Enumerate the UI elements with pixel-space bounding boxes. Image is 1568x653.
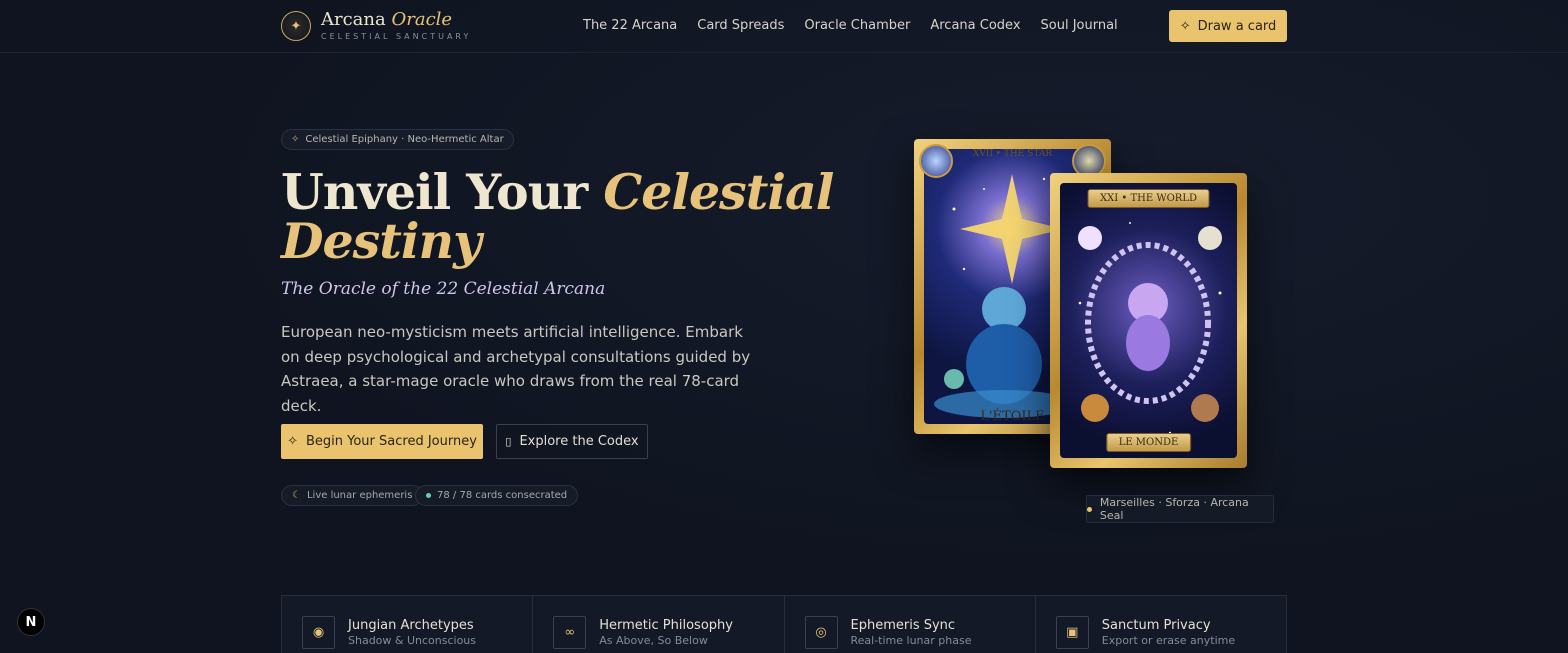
world-card-header: XXI • THE WORLD <box>1087 189 1210 208</box>
infinity-icon: ∞ <box>553 616 587 649</box>
orbit-icon: ◎ <box>804 616 838 649</box>
sun-medallion-icon <box>919 144 953 178</box>
feature-subtitle: As Above, So Below <box>599 634 708 647</box>
brain-icon: ◉ <box>302 616 335 649</box>
sparkle-icon: ✧ <box>291 134 300 145</box>
tarot-card-the-world[interactable]: XXI • THE WORLD LE MONDE <box>1050 173 1247 468</box>
draw-card-label: Draw a card <box>1197 18 1277 34</box>
begin-journey-label: Begin Your Sacred Journey <box>305 434 477 449</box>
brand-text: Arcana Oracle CELESTIAL SANCTUARY <box>321 11 471 41</box>
hero-title: Unveil Your Celestial Destiny <box>281 168 841 266</box>
cards-consecrated-text: 78 / 78 cards consecrated <box>437 490 568 501</box>
brand-title: Arcana Oracle <box>321 11 471 29</box>
lock-icon: ▣ <box>1055 616 1089 649</box>
floating-action-button[interactable]: N <box>17 608 45 636</box>
brand-name-accent: Oracle <box>391 9 453 30</box>
main-menu: The 22 Arcana Card Spreads Oracle Chambe… <box>583 18 1118 33</box>
hero-subtitle: The Oracle of the 22 Celestial Arcana <box>281 279 606 299</box>
world-card-illustration <box>1078 222 1222 435</box>
hero-badge-text: Celestial Epiphany · Neo-Hermetic Altar <box>305 134 504 145</box>
deck-seal-pill: Marseilles · Sforza · Arcana Seal <box>1086 495 1274 523</box>
nav-link-card-spreads[interactable]: Card Spreads <box>697 18 784 33</box>
sparkle-icon: ✧ <box>1179 18 1191 34</box>
explore-codex-label: Explore the Codex <box>519 434 639 449</box>
book-icon: ▯ <box>505 435 512 448</box>
feature-ephemeris-sync: ◎ Ephemeris Sync Real-time lunar phase <box>785 596 1036 653</box>
nav-link-arcana-codex[interactable]: Arcana Codex <box>930 18 1020 33</box>
nav-link-soul-journal[interactable]: Soul Journal <box>1041 18 1118 33</box>
feature-subtitle: Export or erase anytime <box>1101 634 1236 647</box>
feature-subtitle: Shadow & Unconscious <box>348 634 477 647</box>
begin-journey-button[interactable]: ✧ Begin Your Sacred Journey <box>281 424 483 459</box>
top-nav: ✦ Arcana Oracle CELESTIAL SANCTUARY The … <box>0 0 1568 53</box>
brand-tagline: CELESTIAL SANCTUARY <box>321 32 472 41</box>
feature-sanctum-privacy: ▣ Sanctum Privacy Export or erase anytim… <box>1036 596 1286 653</box>
hero-title-accent-2: Destiny <box>281 212 482 270</box>
nav-link-oracle-chamber[interactable]: Oracle Chamber <box>804 18 910 33</box>
feature-jungian-archetypes: ◉ Jungian Archetypes Shadow & Unconsciou… <box>282 596 534 653</box>
nav-link-22-arcana[interactable]: The 22 Arcana <box>583 18 677 33</box>
lunar-ephemeris-pill: ☾ Live lunar ephemeris <box>281 485 424 506</box>
hero-description: European neo-mysticism meets artificial … <box>281 323 751 415</box>
feature-title: Ephemeris Sync <box>850 618 956 633</box>
star-logo-icon: ✦ <box>281 11 311 41</box>
draw-card-button[interactable]: ✧ Draw a card <box>1169 10 1287 42</box>
status-dot <box>1087 506 1092 512</box>
lunar-ephemeris-text: Live lunar ephemeris <box>306 490 413 501</box>
hero-title-accent-1: Celestial <box>603 163 834 221</box>
deck-seal-text: Marseilles · Sforza · Arcana Seal <box>1099 496 1249 522</box>
world-card-name: LE MONDE <box>1105 433 1192 452</box>
sparkle-icon: ✧ <box>287 434 298 449</box>
brand-name: Arcana <box>321 9 386 30</box>
status-dot <box>426 493 431 498</box>
feature-subtitle: Real-time lunar phase <box>850 634 972 647</box>
moon-icon: ☾ <box>292 490 301 501</box>
brand-logo[interactable]: ✦ Arcana Oracle CELESTIAL SANCTUARY <box>281 11 471 41</box>
explore-codex-button[interactable]: ▯ Explore the Codex <box>496 424 648 459</box>
card-art <box>1060 183 1237 458</box>
feature-title: Sanctum Privacy <box>1101 618 1211 633</box>
feature-hermetic-philosophy: ∞ Hermetic Philosophy As Above, So Below <box>533 596 785 653</box>
cards-consecrated-pill: 78 / 78 cards consecrated <box>415 485 579 506</box>
hero-badge: ✧ Celestial Epiphany · Neo-Hermetic Alta… <box>281 129 514 150</box>
star-card-name: L'ÉTOILE <box>980 409 1045 424</box>
feature-title: Jungian Archetypes <box>348 618 474 633</box>
features-strip: ◉ Jungian Archetypes Shadow & Unconsciou… <box>281 595 1287 653</box>
feature-title: Hermetic Philosophy <box>599 618 733 633</box>
star-card-header: XVII • THE STAR <box>972 149 1053 159</box>
fab-label: N <box>25 614 37 630</box>
